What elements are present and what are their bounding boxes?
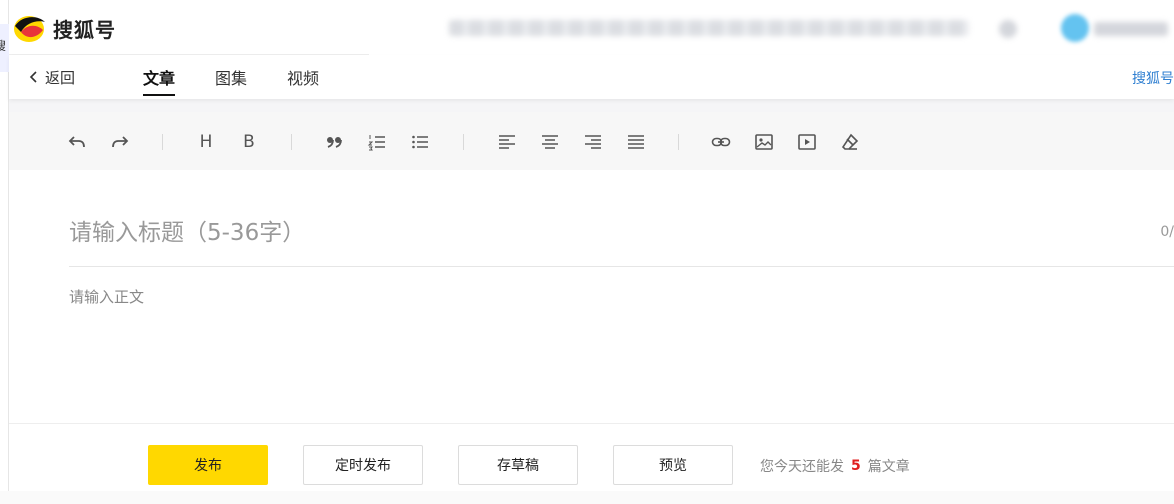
bottom-strip [0,491,1174,504]
heading-button[interactable]: H [194,130,218,154]
brand-name: 搜狐号 [53,17,116,42]
quote-button[interactable] [322,130,346,154]
editor-toolbar: H B [9,112,1174,170]
avatar[interactable] [1061,14,1089,42]
sohu-account-link[interactable]: 搜狐号 [1132,68,1174,88]
title-divider [69,266,1174,267]
brand-logo[interactable]: 搜狐号 [13,12,116,44]
preview-button[interactable]: 预览 [613,445,733,485]
redo-button[interactable] [108,130,132,154]
chevron-left-icon [29,71,37,83]
image-icon [755,134,773,150]
undo-button[interactable] [65,130,89,154]
clear-format-button[interactable] [838,130,862,154]
left-tab-char: 搜 [0,39,7,53]
back-button[interactable]: 返回 [27,67,75,87]
align-center-button[interactable] [538,130,562,154]
align-left-icon [499,135,515,149]
align-justify-icon [628,135,644,149]
content-type-nav: 返回 文章 图集 视频 搜狐号 [9,55,1174,99]
search-icon[interactable] [999,20,1017,38]
article-editor: H B 请输入标题（5-36字） 0/ 请输入正文 [9,112,1174,423]
top-header: 搜狐号 [9,0,1174,55]
ordered-list-button[interactable] [365,130,389,154]
bullet-list-icon [412,135,428,149]
ordered-list-icon [367,135,385,151]
blurred-notice-text [449,20,969,36]
heading-glyph: H [199,132,213,152]
bold-glyph: B [243,132,255,152]
save-draft-button[interactable]: 存草稿 [458,445,578,485]
undo-icon [68,136,85,148]
bold-button[interactable]: B [237,130,261,154]
redo-icon [112,136,129,148]
tab-article[interactable]: 文章 [143,65,176,96]
image-button[interactable] [752,130,776,154]
title-char-counter: 0/ [1160,224,1174,240]
bullet-list-button[interactable] [408,130,432,154]
left-window-sliver: 搜 [0,0,9,504]
toolbar-separator [291,134,292,150]
toolbar-separator [162,134,163,150]
quota-suffix: 篇文章 [867,459,910,475]
align-right-button[interactable] [581,130,605,154]
sohu-fox-logo-icon [14,16,45,42]
daily-quota-text: 您今天还能发 5 篇文章 [760,456,910,476]
schedule-publish-button[interactable]: 定时发布 [303,445,423,485]
publish-button[interactable]: 发布 [148,445,268,485]
quota-count: 5 [851,458,861,474]
align-left-button[interactable] [495,130,519,154]
quota-prefix: 您今天还能发 [760,459,844,475]
video-icon [798,134,816,150]
align-right-icon [585,135,601,149]
tab-video[interactable]: 视频 [287,65,319,95]
align-center-icon [542,135,558,149]
align-justify-button[interactable] [624,130,648,154]
article-body-input[interactable] [69,286,1149,406]
link-button[interactable] [709,130,733,154]
article-title-input[interactable] [69,214,1129,252]
blurred-username[interactable] [1094,22,1168,36]
video-button[interactable] [795,130,819,154]
eraser-icon [841,133,859,150]
quote-icon [327,137,342,148]
toolbar-separator [678,134,679,150]
tab-gallery[interactable]: 图集 [215,65,247,95]
link-icon [711,137,731,147]
app-root: 搜 搜狐号 返回 文章 图集 视频 搜狐号 H B 请输入标题（5-36字） 0… [0,0,1174,504]
back-label: 返回 [45,68,76,87]
toolbar-separator [463,134,464,150]
